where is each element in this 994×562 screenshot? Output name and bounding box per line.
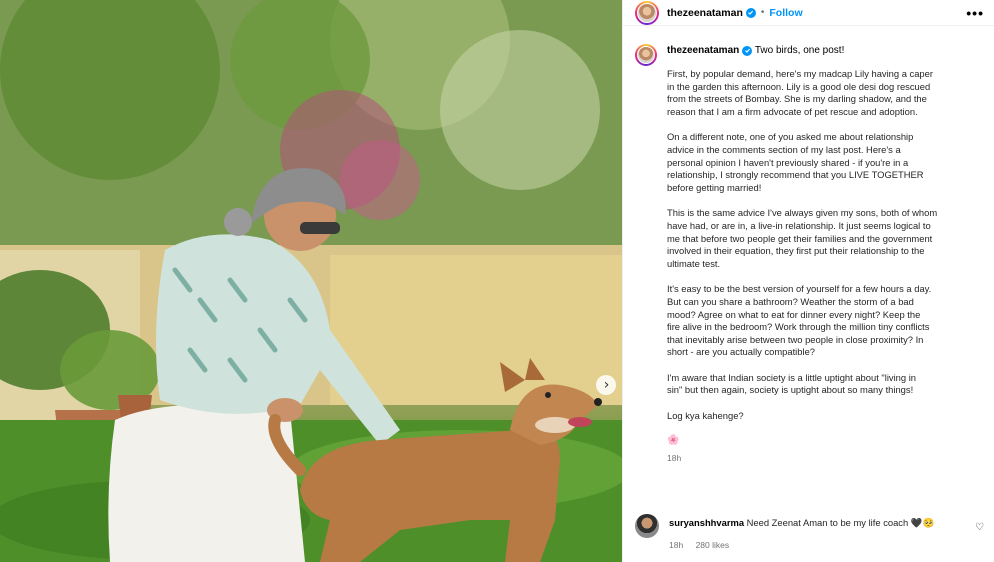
comment-text: Need Zeenat Aman to be my life coach 🖤🥺: [746, 517, 935, 528]
flower-emoji: 🌸: [667, 434, 680, 446]
caption-paragraph: Log kya kahenge?: [667, 410, 744, 422]
caption-paragraph: First, by popular demand, here's my madc…: [667, 68, 933, 117]
photo-illustration: [0, 0, 622, 562]
more-options-icon[interactable]: •••: [966, 6, 984, 20]
comment-likes[interactable]: 280 likes: [696, 540, 730, 550]
caption-timestamp[interactable]: 18h: [667, 453, 972, 463]
author-username[interactable]: thezeenataman: [667, 7, 743, 19]
caption-paragraph: I'm aware that Indian society is a littl…: [667, 371, 917, 396]
caption-author-username[interactable]: thezeenataman: [667, 45, 739, 56]
comment-item: suryanshhvarma Need Zeenat Aman to be my…: [635, 514, 984, 550]
comment-timestamp[interactable]: 18h: [669, 540, 683, 550]
verified-badge-icon: [745, 7, 756, 18]
caption-paragraph: On a different note, one of you asked me…: [667, 131, 924, 193]
comment-meta: 18h 280 likes: [669, 540, 975, 550]
caption: thezeenataman Two birds, one post! First…: [635, 44, 982, 463]
caption-paragraph: It's easy to be the best version of your…: [667, 283, 932, 358]
chevron-right-icon: ›: [603, 377, 610, 393]
author-avatar[interactable]: [635, 0, 659, 25]
post-header: thezeenataman • Follow •••: [623, 0, 994, 26]
verified-badge-icon: [742, 45, 753, 56]
next-image-button[interactable]: ›: [596, 375, 616, 395]
caption-author-avatar[interactable]: [635, 44, 657, 66]
commenter-username[interactable]: suryanshhvarma: [669, 517, 744, 528]
separator-dot: •: [760, 7, 765, 18]
commenter-avatar[interactable]: [635, 514, 659, 538]
comment-text-line: suryanshhvarma Need Zeenat Aman to be my…: [669, 517, 975, 529]
caption-title-line: thezeenataman Two birds, one post!: [667, 44, 972, 57]
caption-paragraph: This is the same advice I've always give…: [667, 207, 938, 269]
follow-button[interactable]: Follow: [769, 7, 802, 19]
heart-icon[interactable]: ♡: [975, 522, 984, 550]
post-side-panel: thezeenataman • Follow ••• thezeenataman…: [622, 0, 994, 562]
post-photo: ›: [0, 0, 622, 562]
caption-title: Two birds, one post!: [754, 45, 845, 56]
